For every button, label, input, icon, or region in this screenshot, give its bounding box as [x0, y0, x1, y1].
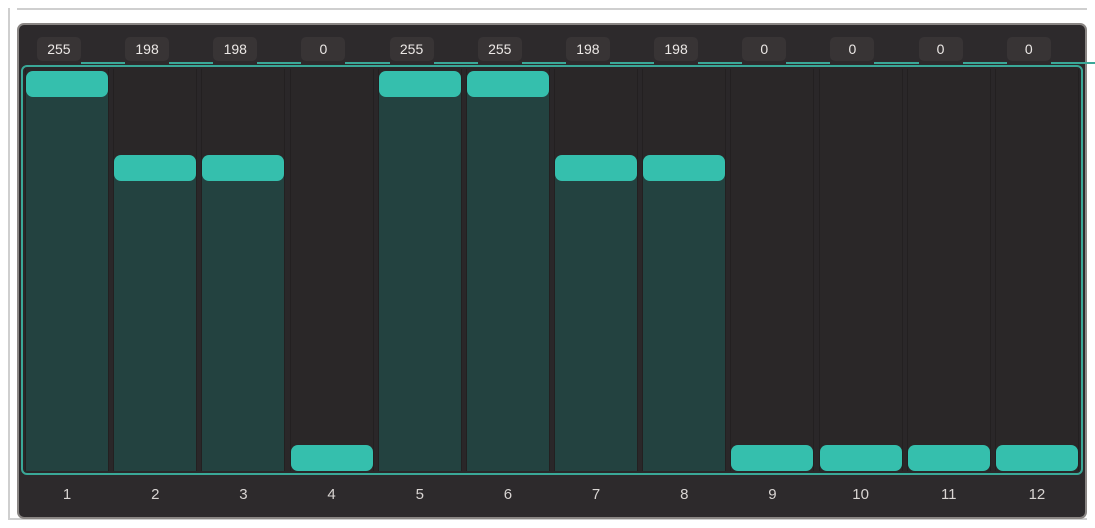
fader-track[interactable]: [907, 69, 990, 471]
channel-fader-6[interactable]: [465, 69, 550, 471]
fader-handle[interactable]: [555, 154, 638, 181]
readout-connector-line: [874, 62, 919, 64]
fader-handle[interactable]: [114, 154, 197, 181]
channel-value-readout[interactable]: 198: [565, 37, 610, 61]
channel-number-label: 12: [1028, 486, 1046, 503]
channel-value-readout[interactable]: 0: [830, 37, 875, 61]
window-frame-top: [17, 8, 1087, 10]
channel-value-readout[interactable]: 198: [213, 37, 258, 61]
value-readout-row: 255 198 198 0 255 255 198 198 0 0 0 0: [19, 25, 1095, 65]
channel-fader-1[interactable]: [25, 69, 110, 471]
fader-handle[interactable]: [907, 445, 990, 471]
fader-handle[interactable]: [290, 445, 373, 471]
window-frame-left: [8, 8, 10, 520]
channel-number-label: 8: [680, 486, 689, 503]
channel-value-readout[interactable]: 198: [125, 37, 170, 61]
fader-handle[interactable]: [26, 71, 109, 97]
readout-connector-line: [1050, 62, 1095, 64]
fader-handle[interactable]: [466, 71, 549, 97]
channel-number-label: 4: [327, 486, 336, 503]
readout-connector-line: [521, 62, 566, 64]
channel-fader-11[interactable]: [906, 69, 991, 471]
channel-number-label: 1: [62, 486, 72, 503]
fader-handle[interactable]: [819, 445, 902, 471]
channel-fader-3[interactable]: [201, 69, 286, 471]
fader-track[interactable]: [995, 69, 1078, 471]
channel-number-label: 5: [415, 486, 424, 503]
fader-fill: [114, 160, 197, 471]
readout-connector-line: [609, 62, 655, 64]
channel-fader-7[interactable]: [554, 69, 639, 471]
fader-handle[interactable]: [995, 445, 1078, 471]
fader-handle[interactable]: [731, 445, 814, 471]
readout-connector-line: [786, 62, 831, 64]
channel-value-readout[interactable]: 255: [36, 37, 81, 61]
channel-value-readout[interactable]: 255: [477, 37, 522, 61]
readout-connector-line: [433, 62, 478, 64]
fader-fill: [26, 77, 109, 471]
channel-value-readout[interactable]: 255: [389, 37, 434, 61]
fader-area: [21, 65, 1083, 475]
channel-fader-12[interactable]: [994, 69, 1079, 471]
channel-fader-2[interactable]: [113, 69, 198, 471]
channel-fader-4[interactable]: [289, 69, 374, 471]
fader-track[interactable]: [290, 69, 373, 471]
channel-number-label: 3: [239, 486, 248, 503]
fader-track[interactable]: [819, 69, 902, 471]
readout-connector-line: [169, 62, 214, 64]
channel-fader-9[interactable]: [730, 69, 815, 471]
readout-connector-line: [80, 62, 126, 64]
channel-fader-10[interactable]: [818, 69, 903, 471]
fader-fill: [555, 160, 638, 471]
channel-number-label: 11: [940, 486, 957, 503]
channel-number-label: 9: [768, 486, 777, 503]
channel-label-row: 1 2 3 4 5 6 7 8 9 10 11 12: [21, 475, 1083, 515]
fader-fill: [466, 77, 549, 471]
dmx-fader-panel: 255 198 198 0 255 255 198 198 0 0 0 0 1 2 3 4 5 6 7 8 9 10 11…: [17, 23, 1095, 519]
fader-fill: [643, 160, 726, 471]
fader-fill: [378, 77, 461, 471]
channel-fader-5[interactable]: [377, 69, 462, 471]
channel-value-readout[interactable]: 0: [742, 37, 787, 61]
readout-connector-line: [345, 62, 390, 64]
channel-value-readout[interactable]: 0: [301, 37, 346, 61]
channel-number-label: 6: [503, 486, 513, 503]
readout-connector-line: [257, 62, 302, 64]
fader-handle[interactable]: [378, 71, 461, 97]
fader-handle[interactable]: [643, 154, 726, 181]
channel-number-label: 7: [591, 486, 601, 503]
channel-number-label: 2: [151, 486, 160, 503]
fader-fill: [202, 160, 285, 471]
readout-connector-line: [962, 62, 1007, 64]
channel-fader-8[interactable]: [642, 69, 727, 471]
readout-connector-line: [698, 62, 743, 64]
fader-handle[interactable]: [202, 154, 285, 181]
fader-track[interactable]: [731, 69, 814, 471]
channel-number-label: 10: [852, 486, 869, 503]
channel-value-readout[interactable]: 198: [654, 37, 699, 61]
channel-value-readout[interactable]: 0: [918, 37, 963, 61]
channel-value-readout[interactable]: 0: [1006, 37, 1051, 61]
